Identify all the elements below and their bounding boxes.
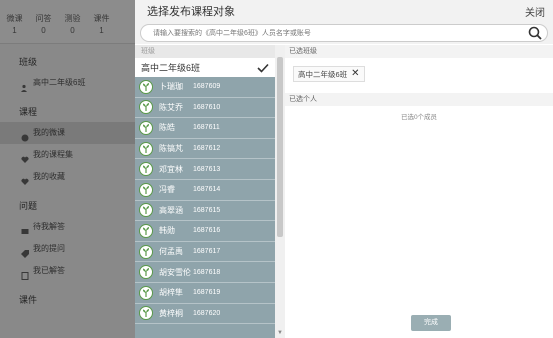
member-row[interactable]: 高翠涵 1687615 xyxy=(135,201,275,222)
member-id: 1687619 xyxy=(193,289,221,297)
member-name: 胡梓隼 xyxy=(159,288,183,298)
select-target-dialog: 选择发布课程对象 关闭 班级 高中二年级6班 卜瑞珈 1687609 陈艾乔 1687… xyxy=(135,0,553,338)
avatar-icon xyxy=(139,100,153,115)
member-row[interactable]: 卜瑞珈 1687609 xyxy=(135,77,275,98)
remove-chip-icon[interactable]: ✕ xyxy=(351,69,359,79)
scroll-down-arrow-icon[interactable]: ▼ xyxy=(277,330,283,336)
search-row xyxy=(135,22,553,44)
selected-people-count: 已选0个成员 xyxy=(400,114,438,121)
checkmark-icon xyxy=(257,63,269,73)
member-row[interactable]: 黄梓桐 1687620 xyxy=(135,304,275,325)
member-list: 卜瑞珈 1687609 陈艾乔 1687610 陈皓 1687611 陈镐芃 1687612 邓… xyxy=(135,77,285,325)
member-row[interactable]: 陈艾乔 1687610 xyxy=(135,98,275,119)
member-row[interactable]: 何孟禹 1687617 xyxy=(135,242,275,263)
member-name: 何孟禹 xyxy=(159,247,183,257)
member-name: 胡安雪伦 xyxy=(159,267,191,277)
member-id: 1687618 xyxy=(193,268,221,276)
class-row-selected[interactable]: 高中二年级6班 xyxy=(135,58,275,77)
avatar-icon xyxy=(139,182,153,197)
avatar-icon xyxy=(139,265,153,280)
avatar-icon xyxy=(139,79,153,94)
avatar-icon xyxy=(139,223,153,238)
member-id: 1687617 xyxy=(193,248,221,256)
member-row[interactable]: 韩勋 1687616 xyxy=(135,221,275,242)
member-row[interactable]: 冯睿 1687614 xyxy=(135,180,275,201)
selection-panel: 已选班级 高中二年级6班 ✕ 已选个人 已选0个成员 完成 xyxy=(285,45,553,338)
member-id: 1687612 xyxy=(193,145,221,153)
member-id: 1687616 xyxy=(193,227,221,235)
selected-classes-area: 高中二年级6班 ✕ xyxy=(285,58,553,93)
done-button[interactable]: 完成 xyxy=(411,315,451,331)
avatar-icon xyxy=(139,203,153,218)
avatar-icon xyxy=(139,141,153,156)
member-name: 陈皓 xyxy=(159,123,175,133)
chip-label: 高中二年级6班 xyxy=(298,69,348,79)
member-id: 1687614 xyxy=(193,186,221,194)
avatar-icon xyxy=(139,244,153,259)
scrollbar-thumb[interactable] xyxy=(277,57,283,237)
member-name: 陈艾乔 xyxy=(159,102,183,112)
member-id: 1687613 xyxy=(193,165,221,173)
class-list-heading: 班级 xyxy=(135,45,275,58)
dialog-title: 选择发布课程对象 xyxy=(147,6,235,18)
member-name: 陈镐芃 xyxy=(159,144,183,154)
member-name: 邓宜林 xyxy=(159,164,183,174)
member-list-scrollbar[interactable]: ▼ xyxy=(275,45,285,338)
search-icon[interactable] xyxy=(527,26,543,40)
member-row[interactable]: 陈皓 1687611 xyxy=(135,118,275,139)
search-box xyxy=(140,24,548,42)
member-id: 1687611 xyxy=(193,124,220,132)
member-id: 1687620 xyxy=(193,309,221,317)
member-row[interactable]: 胡梓隼 1687619 xyxy=(135,283,275,304)
dialog-body: 班级 高中二年级6班 卜瑞珈 1687609 陈艾乔 1687610 陈皓 1687611… xyxy=(135,45,553,338)
member-row[interactable]: 胡安雪伦 1687618 xyxy=(135,262,275,283)
member-row[interactable]: 邓宜林 1687613 xyxy=(135,159,275,180)
member-name: 黄梓桐 xyxy=(159,308,183,318)
member-name: 卜瑞珈 xyxy=(159,82,183,92)
selected-classes-heading: 已选班级 xyxy=(285,45,553,58)
member-panel: 班级 高中二年级6班 卜瑞珈 1687609 陈艾乔 1687610 陈皓 1687611… xyxy=(135,45,285,338)
member-id: 1687609 xyxy=(193,83,221,91)
member-name: 冯睿 xyxy=(159,185,175,195)
member-id: 1687615 xyxy=(193,206,221,214)
avatar-icon xyxy=(139,162,153,177)
class-name: 高中二年级6班 xyxy=(141,63,201,73)
member-name: 韩勋 xyxy=(159,226,175,236)
avatar-icon xyxy=(139,285,153,300)
member-row[interactable]: 陈镐芃 1687612 xyxy=(135,139,275,160)
member-id: 1687610 xyxy=(193,103,221,111)
avatar-icon xyxy=(139,120,153,135)
dialog-header: 选择发布课程对象 关闭 xyxy=(135,0,553,22)
close-button[interactable]: 关闭 xyxy=(525,4,545,19)
avatar-icon xyxy=(139,306,153,321)
search-input[interactable] xyxy=(153,26,513,40)
selected-people-heading: 已选个人 xyxy=(285,93,553,106)
member-name: 高翠涵 xyxy=(159,205,183,215)
selected-class-chip: 高中二年级6班 ✕ xyxy=(293,66,365,82)
